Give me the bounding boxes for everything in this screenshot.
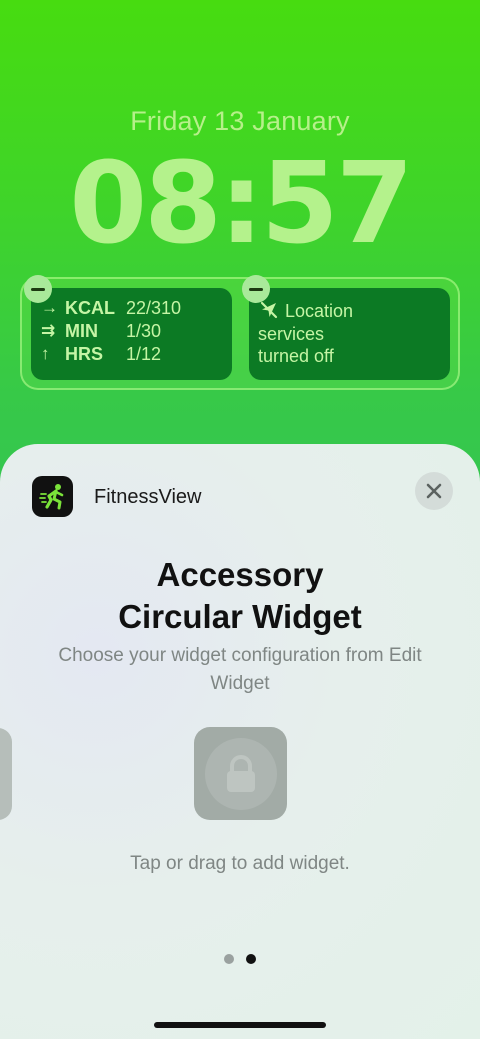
app-name: FitnessView bbox=[94, 486, 202, 508]
minus-icon bbox=[249, 287, 263, 291]
home-indicator[interactable] bbox=[154, 1022, 326, 1028]
fitnessview-app-icon bbox=[32, 476, 73, 517]
stat-value: 1/30 bbox=[126, 320, 162, 341]
remove-fitness-widget-button[interactable] bbox=[24, 275, 52, 303]
widget-gallery-sheet: FitnessView Accessory Circular Widget Ch… bbox=[0, 444, 480, 1039]
stat-value: 22/310 bbox=[126, 297, 182, 318]
lock-icon bbox=[226, 754, 255, 792]
remove-location-widget-button[interactable] bbox=[242, 275, 270, 303]
widget-title: Accessory Circular Widget bbox=[0, 554, 480, 638]
up-arrow-icon: ↑ bbox=[41, 344, 50, 363]
double-arrow-icon: ⇉ bbox=[41, 321, 56, 340]
running-man-icon bbox=[38, 483, 63, 509]
location-line-2: services bbox=[258, 324, 325, 344]
lock-clock: 08:57 bbox=[69, 139, 414, 269]
add-widget-hint: Tap or drag to add widget. bbox=[130, 853, 350, 874]
location-line-1: Location bbox=[285, 301, 354, 321]
location-off-icon bbox=[260, 301, 278, 319]
fitness-widget[interactable]: → KCAL 22/310 ⇉ MIN 1/30 ↑ HRS 1/12 bbox=[31, 288, 232, 380]
widget-preview[interactable] bbox=[194, 727, 287, 820]
minus-icon bbox=[31, 287, 45, 291]
lock-date: Friday 13 January bbox=[130, 106, 350, 136]
location-widget[interactable]: Location services turned off bbox=[249, 288, 450, 380]
widget-title-line-2: Circular Widget bbox=[118, 598, 362, 635]
stat-value: 1/12 bbox=[126, 343, 162, 364]
stat-row-kcal: → KCAL 22/310 bbox=[41, 297, 181, 319]
stat-key: HRS bbox=[65, 343, 104, 364]
stat-row-min: ⇉ MIN 1/30 bbox=[41, 320, 161, 342]
stat-key: MIN bbox=[65, 320, 98, 341]
previous-widget-preview[interactable] bbox=[0, 728, 12, 820]
circular-widget-preview bbox=[204, 737, 277, 810]
page-dot-2[interactable] bbox=[246, 954, 256, 964]
close-icon bbox=[426, 483, 442, 499]
close-button[interactable] bbox=[415, 472, 453, 510]
widget-description: Choose your widget configuration from Ed… bbox=[58, 645, 422, 694]
page-dot-1[interactable] bbox=[224, 954, 234, 964]
widget-title-line-1: Accessory bbox=[156, 556, 324, 593]
stat-key: KCAL bbox=[65, 297, 115, 318]
stat-row-hrs: ↑ HRS 1/12 bbox=[41, 343, 161, 365]
location-line-3: turned off bbox=[258, 346, 334, 366]
page-indicator[interactable] bbox=[224, 954, 256, 964]
